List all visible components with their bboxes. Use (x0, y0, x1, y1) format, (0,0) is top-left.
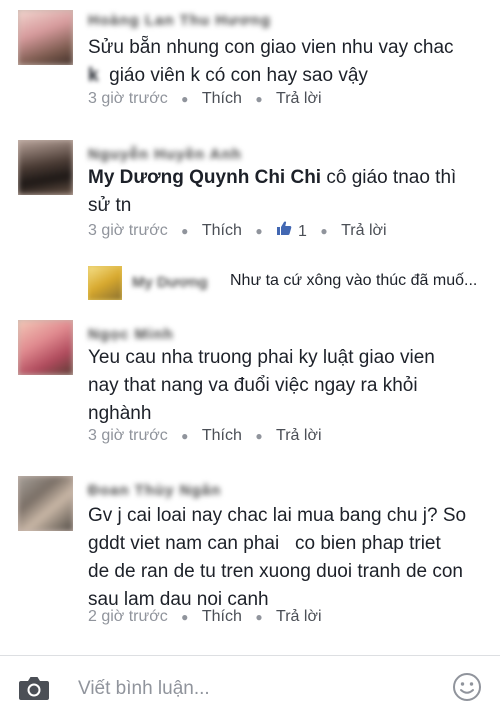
separator-dot: ● (255, 610, 263, 624)
comment-text: Sửu bẵn nhung con giao vien nhu vay chac… (88, 34, 483, 90)
comment-meta: 3 giờ trước ● Thích ● Trả lời (88, 90, 322, 108)
comment-time: 3 giờ trước (88, 90, 168, 107)
like-button[interactable]: Thích (202, 222, 242, 240)
separator-dot: ● (181, 429, 189, 443)
like-button[interactable]: Thích (202, 90, 242, 108)
comment-text-line: Yeu cau nha truong phai ky luật giao vie… (88, 347, 435, 368)
comment-text-line: sử tn (88, 195, 132, 216)
comment-text-span: cô giáo tnao thì (321, 167, 457, 188)
comment-time: 3 giờ trước (88, 221, 168, 239)
reply-text: Như ta cứ xông vào thúc đã muố... (230, 272, 478, 289)
comment-time: 3 giờ trước (88, 427, 168, 444)
camera-icon[interactable] (18, 674, 50, 702)
comment-text: Gv j cai loai nay chac lai mua bang chu … (88, 502, 483, 614)
comment-composer (0, 655, 500, 720)
comment-text-line: My Dương Quynh Chi Chi cô giáo tnao thì (88, 164, 483, 192)
like-count[interactable]: 1 (276, 220, 307, 241)
separator-dot: ● (255, 429, 263, 443)
blurred-mention: k (88, 65, 99, 86)
separator-dot: ● (255, 92, 263, 106)
comment-author[interactable]: Ngọc Minh (88, 326, 174, 344)
avatar[interactable] (18, 320, 73, 375)
like-count-value: 1 (298, 222, 307, 240)
avatar[interactable] (18, 10, 73, 65)
comment-time: 2 giờ trước (88, 608, 168, 625)
reply-author[interactable]: My Dương (132, 274, 208, 291)
separator-dot: ● (255, 223, 263, 238)
reply-avatar[interactable] (88, 266, 122, 300)
like-button[interactable]: Thích (202, 608, 242, 626)
comment-meta: 3 giờ trước ● Thích ● Trả lời (88, 427, 322, 445)
comment-meta: 3 giờ trước ● Thích ● 1 ● Trả lời (88, 220, 387, 241)
avatar[interactable] (18, 140, 73, 195)
reply-button[interactable]: Trả lời (276, 90, 321, 108)
comment-author[interactable]: Nguyễn Huyền Anh (88, 146, 242, 164)
separator-dot: ● (181, 92, 189, 106)
comment-text-span: giáo viên k có con hay sao vậy (109, 65, 368, 86)
comment-text-line: nghành (88, 403, 152, 424)
reply-button[interactable]: Trả lời (276, 427, 321, 445)
comment-text-line: gddt viet nam can phai co bien phap trie… (88, 533, 441, 554)
comment-author[interactable]: Đoan Thùy Ngân (88, 482, 221, 500)
comment-input[interactable] (78, 676, 408, 702)
comment-text-line: Sửu bẵn nhung con giao vien nhu vay chac (88, 37, 454, 58)
separator-dot: ● (181, 610, 189, 624)
avatar[interactable] (18, 476, 73, 531)
comment-text: My Dương Quynh Chi Chi cô giáo tnao thì … (88, 164, 483, 220)
comment-text-line: k giáo viên k có con hay sao vậy (88, 62, 483, 90)
separator-dot: ● (181, 223, 189, 238)
comment-text: Yeu cau nha truong phai ky luật giao vie… (88, 344, 483, 428)
comment-text-line: nay that nang va đuổi việc ngay ra khỏi (88, 375, 418, 396)
comment-author[interactable]: Hoàng Lan Thu Hương (88, 12, 271, 30)
reply-button[interactable]: Trả lời (276, 608, 321, 626)
comment-meta: 2 giờ trước ● Thích ● Trả lời (88, 608, 322, 626)
like-button[interactable]: Thích (202, 427, 242, 445)
smiley-icon[interactable] (452, 672, 482, 702)
separator-dot: ● (320, 223, 328, 238)
thumbs-up-icon (277, 221, 292, 235)
comment-text-line: Gv j cai loai nay chac lai mua bang chu … (88, 505, 467, 526)
mention-link[interactable]: My Dương Quynh Chi Chi (88, 167, 321, 188)
comment-text-line: de de ran de tu tren xuong duoi tranh de… (88, 561, 463, 582)
reply-button[interactable]: Trả lời (341, 222, 386, 240)
reply-preview[interactable]: My Dương Như ta cứ xông vào thúc đã muố.… (88, 262, 488, 302)
